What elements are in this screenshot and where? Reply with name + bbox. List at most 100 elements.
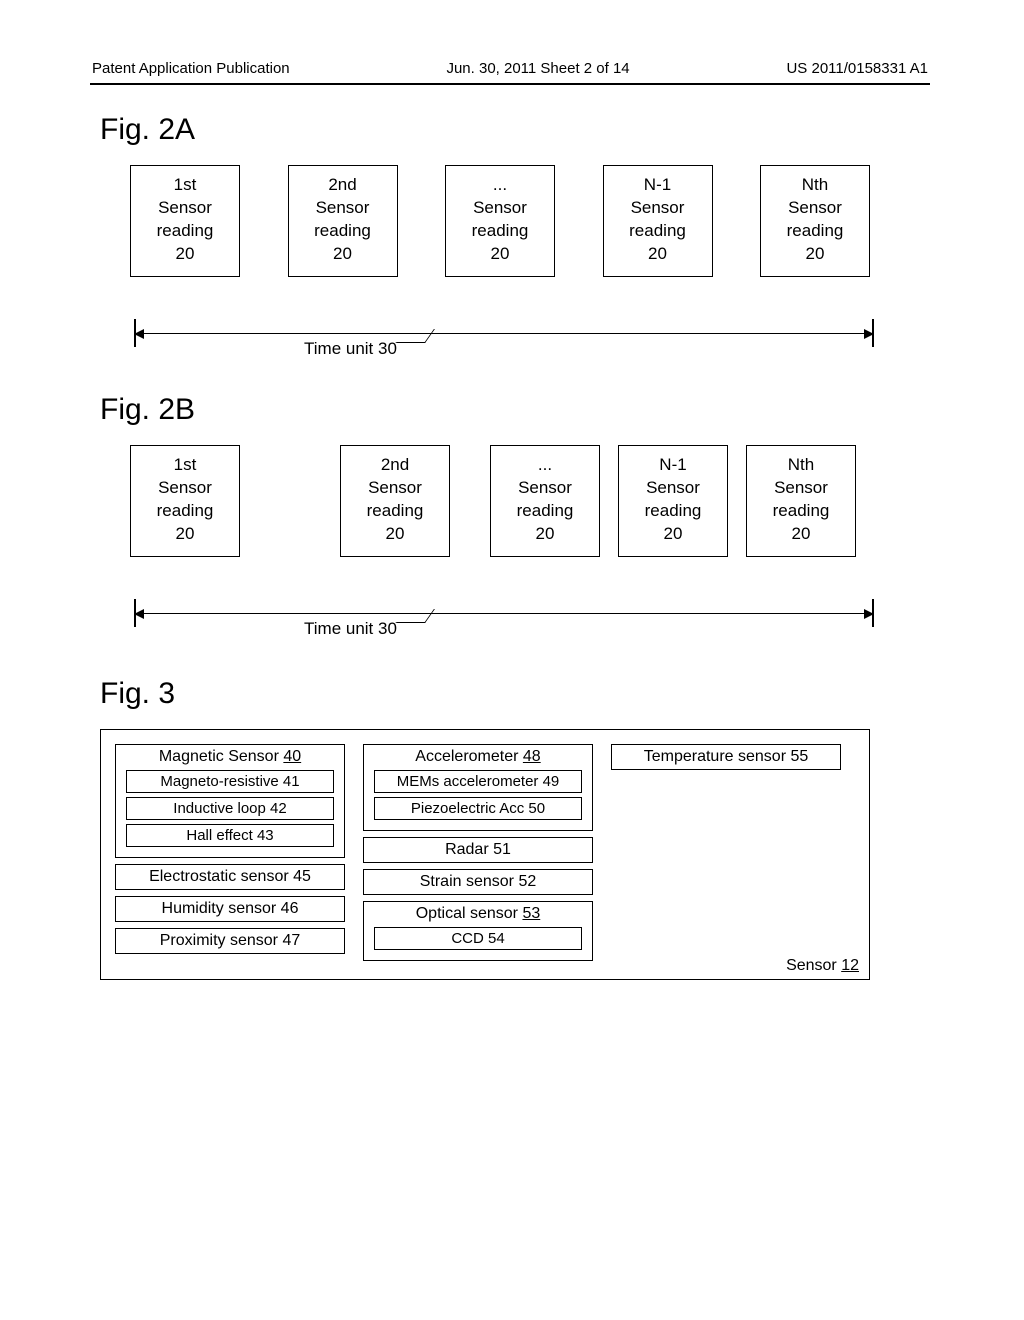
- sensor-box-2nd: 2nd Sensor reading 20: [288, 165, 398, 277]
- sensor-reading-word: reading: [131, 220, 239, 243]
- magnetic-sensor-box: Magnetic Sensor 40 Magneto-resistive 41 …: [115, 744, 345, 858]
- humidity-sensor-box: Humidity sensor 46: [115, 896, 345, 922]
- optical-sensor-box: Optical sensor 53 CCD 54: [363, 901, 593, 961]
- sensor-word: Sensor: [604, 197, 712, 220]
- sensor-ref-num: 20: [446, 243, 554, 266]
- accelerometer-box: Accelerometer 48 MEMs accelerometer 49 P…: [363, 744, 593, 831]
- sensor-box-ellipsis: ... Sensor reading 20: [445, 165, 555, 277]
- sensor-box-nminus1: N-1 Sensor reading 20: [618, 445, 728, 557]
- sensor-ordinal: 1st: [131, 454, 239, 477]
- proximity-sensor-box: Proximity sensor 47: [115, 928, 345, 954]
- page-header: Patent Application Publication Jun. 30, …: [90, 60, 930, 85]
- arrow-left-icon: [134, 329, 144, 339]
- sensor-word: Sensor: [761, 197, 869, 220]
- sensor-ordinal: 2nd: [289, 174, 397, 197]
- sensor-box-1st: 1st Sensor reading 20: [130, 165, 240, 277]
- sensor-ordinal: N-1: [619, 454, 727, 477]
- fig3-col-3: Temperature sensor 55: [611, 744, 841, 967]
- magnetic-sensor-ref: 40: [283, 748, 301, 765]
- arrow-left-icon: [134, 609, 144, 619]
- sensor-ref-num: 20: [747, 523, 855, 546]
- magnetic-sensor-title: Magnetic Sensor 40: [120, 748, 340, 766]
- sensor-reading-word: reading: [747, 500, 855, 523]
- magneto-resistive-box: Magneto-resistive 41: [126, 770, 334, 793]
- sensor-ordinal: N-1: [604, 174, 712, 197]
- sensor-word: Sensor: [131, 477, 239, 500]
- sensor-ordinal: Nth: [761, 174, 869, 197]
- sensor-ordinal: 2nd: [341, 454, 449, 477]
- sensor-word: Sensor: [619, 477, 727, 500]
- sensor-word: Sensor: [747, 477, 855, 500]
- fig-3-label: Fig. 3: [100, 677, 930, 711]
- sensor-reading-word: reading: [131, 500, 239, 523]
- sensor-ordinal: ...: [491, 454, 599, 477]
- accelerometer-ref: 48: [523, 748, 541, 765]
- header-left: Patent Application Publication: [92, 60, 290, 77]
- sensor-word: Sensor: [491, 477, 599, 500]
- sensor-reading-word: reading: [491, 500, 599, 523]
- electrostatic-sensor-box: Electrostatic sensor 45: [115, 864, 345, 890]
- sensor-reading-word: reading: [446, 220, 554, 243]
- sensor-ref-num: 20: [131, 523, 239, 546]
- sensor-box-2nd: 2nd Sensor reading 20: [340, 445, 450, 557]
- timeline-line: [134, 333, 874, 334]
- header-right: US 2011/0158331 A1: [786, 60, 928, 77]
- sensor-box-1st: 1st Sensor reading 20: [130, 445, 240, 557]
- sensor-box-ellipsis: ... Sensor reading 20: [490, 445, 600, 557]
- sensor-box-nth: Nth Sensor reading 20: [746, 445, 856, 557]
- sensor-reading-word: reading: [604, 220, 712, 243]
- sensor-ref-num: 20: [761, 243, 869, 266]
- sensor-label-text: Sensor: [786, 957, 841, 974]
- temperature-sensor-box: Temperature sensor 55: [611, 744, 841, 770]
- piezoelectric-acc-box: Piezoelectric Acc 50: [374, 797, 582, 820]
- sensor-word: Sensor: [446, 197, 554, 220]
- time-unit-label: Time unit 30: [304, 619, 397, 639]
- sensor-word: Sensor: [131, 197, 239, 220]
- sensor-ref-num: 20: [619, 523, 727, 546]
- sensor-ref-num: 20: [604, 243, 712, 266]
- sensor-ordinal: 1st: [131, 174, 239, 197]
- sensor-reading-word: reading: [289, 220, 397, 243]
- sensor-reading-word: reading: [619, 500, 727, 523]
- sensor-box-nminus1: N-1 Sensor reading 20: [603, 165, 713, 277]
- sensor-ref-num: 20: [289, 243, 397, 266]
- sensor-box-nth: Nth Sensor reading 20: [760, 165, 870, 277]
- sensor-ordinal: ...: [446, 174, 554, 197]
- hall-effect-box: Hall effect 43: [126, 824, 334, 847]
- leader-line-icon: [395, 609, 435, 623]
- inductive-loop-box: Inductive loop 42: [126, 797, 334, 820]
- sensor-reading-word: reading: [761, 220, 869, 243]
- fig3-col-2: Accelerometer 48 MEMs accelerometer 49 P…: [363, 744, 593, 967]
- timeline-tick-right: [872, 599, 874, 627]
- accelerometer-title-text: Accelerometer: [415, 748, 523, 765]
- timeline-line: [134, 613, 874, 614]
- strain-sensor-box: Strain sensor 52: [363, 869, 593, 895]
- magnetic-sensor-title-text: Magnetic Sensor: [159, 748, 284, 765]
- fig3-col-1: Magnetic Sensor 40 Magneto-resistive 41 …: [115, 744, 345, 967]
- sensor-ref-num: 20: [491, 523, 599, 546]
- sensor-container-label: Sensor 12: [786, 957, 859, 975]
- optical-sensor-title-text: Optical sensor: [416, 905, 523, 922]
- fig-2a-sensor-row: 1st Sensor reading 20 2nd Sensor reading…: [130, 165, 870, 277]
- ccd-box: CCD 54: [374, 927, 582, 950]
- accelerometer-title: Accelerometer 48: [368, 748, 588, 766]
- fig-2a-timeline: Time unit 30: [134, 319, 874, 349]
- radar-box: Radar 51: [363, 837, 593, 863]
- sensor-ref-num: 20: [131, 243, 239, 266]
- fig-2b-timeline: Time unit 30: [134, 599, 874, 629]
- fig-2a-label: Fig. 2A: [100, 113, 930, 147]
- timeline-tick-right: [872, 319, 874, 347]
- leader-line-icon: [395, 329, 435, 343]
- fig-2b-sensor-row: 1st Sensor reading 20 2nd Sensor reading…: [130, 445, 870, 557]
- header-center: Jun. 30, 2011 Sheet 2 of 14: [446, 60, 629, 77]
- sensor-word: Sensor: [341, 477, 449, 500]
- sensor-reading-word: reading: [341, 500, 449, 523]
- mems-accelerometer-box: MEMs accelerometer 49: [374, 770, 582, 793]
- optical-sensor-title: Optical sensor 53: [368, 905, 588, 923]
- optical-sensor-ref: 53: [522, 905, 540, 922]
- fig-3-sensor-container: Magnetic Sensor 40 Magneto-resistive 41 …: [100, 729, 870, 980]
- sensor-word: Sensor: [289, 197, 397, 220]
- time-unit-label: Time unit 30: [304, 339, 397, 359]
- fig-2b-label: Fig. 2B: [100, 393, 930, 427]
- sensor-ordinal: Nth: [747, 454, 855, 477]
